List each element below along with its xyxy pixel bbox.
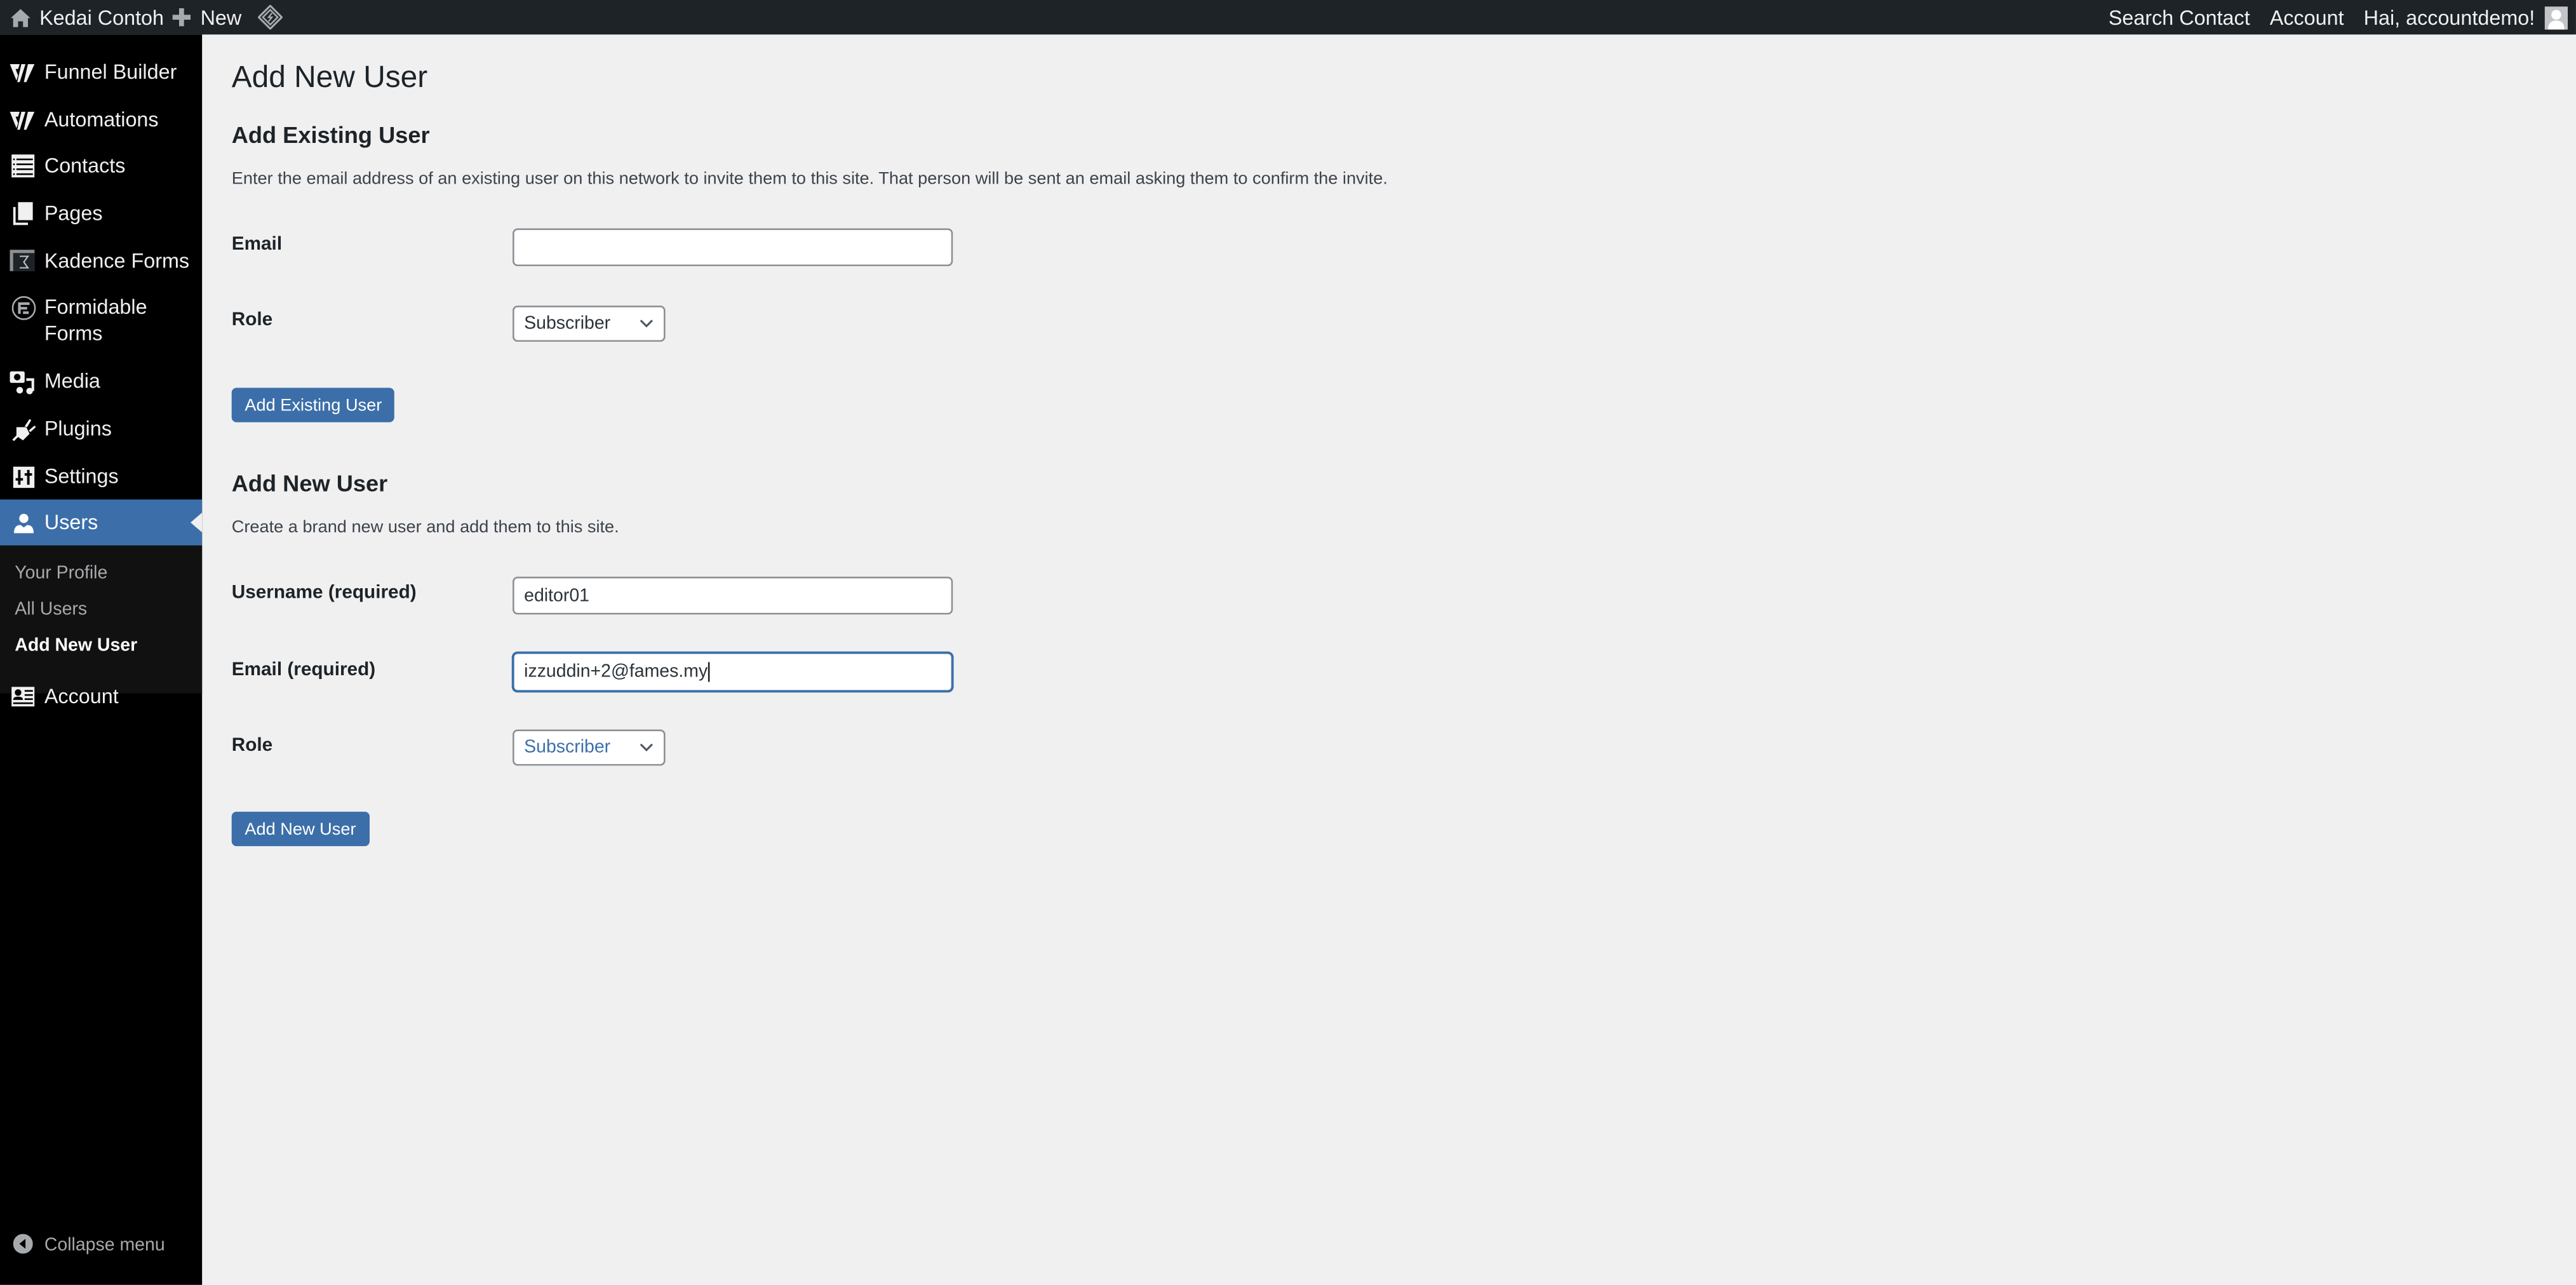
menu-label: Account bbox=[44, 685, 119, 708]
new-role-value: Subscriber bbox=[524, 737, 611, 758]
menu-label: Automations bbox=[44, 108, 159, 131]
submenu-all-users[interactable]: All Users bbox=[15, 600, 87, 619]
new-content-link[interactable]: New bbox=[172, 0, 242, 34]
active-indicator bbox=[191, 513, 203, 533]
menu-label: Pages bbox=[44, 202, 103, 225]
menu-item-funnel-builder[interactable]: Funnel Builder bbox=[0, 59, 202, 85]
users-submenu: Your Profile All Users Add New User bbox=[0, 545, 203, 694]
menu-item-kadence-forms[interactable]: Kadence Forms bbox=[0, 248, 202, 274]
funnelkit-icon bbox=[10, 107, 36, 133]
add-existing-user-heading: Add Existing User bbox=[231, 121, 430, 148]
username-input[interactable]: editor01 bbox=[513, 576, 953, 615]
existing-role-label: Role bbox=[231, 310, 273, 330]
plus-icon bbox=[172, 8, 191, 27]
existing-email-label: Email bbox=[231, 234, 283, 255]
new-role-label: Role bbox=[231, 736, 273, 756]
menu-label: Contacts bbox=[44, 154, 126, 178]
media-icon bbox=[10, 368, 36, 394]
add-new-user-heading: Add New User bbox=[231, 469, 388, 497]
username-label: Username (required) bbox=[231, 583, 417, 603]
users-icon bbox=[10, 509, 36, 535]
existing-role-value: Subscriber bbox=[524, 314, 611, 334]
collapse-menu-label: Collapse menu bbox=[44, 1235, 165, 1256]
add-existing-user-button[interactable]: Add Existing User bbox=[231, 387, 395, 422]
menu-label: Settings bbox=[44, 465, 119, 488]
existing-email-input[interactable] bbox=[513, 228, 953, 267]
add-existing-user-description: Enter the email address of an existing u… bbox=[231, 169, 1388, 189]
menu-item-account[interactable]: Account bbox=[0, 683, 202, 710]
menu-item-pages[interactable]: Pages bbox=[0, 201, 202, 227]
menu-item-settings[interactable]: Settings bbox=[0, 463, 202, 489]
collapse-arrow-icon bbox=[13, 1233, 33, 1258]
submenu-your-profile[interactable]: Your Profile bbox=[15, 563, 107, 583]
kadence-forms-icon bbox=[10, 248, 36, 274]
existing-role-select[interactable]: Subscriber bbox=[513, 306, 666, 342]
menu-item-plugins[interactable]: Plugins bbox=[0, 415, 202, 441]
account-card-icon bbox=[10, 683, 36, 710]
add-new-user-button[interactable]: Add New User bbox=[231, 811, 370, 847]
menu-item-formidable-forms[interactable]: Formidable Forms bbox=[0, 294, 202, 347]
username-value: editor01 bbox=[524, 586, 590, 606]
admin-bar-right: Search Contact Account Hai, accountdemo! bbox=[2109, 0, 2576, 34]
search-contact-link[interactable]: Search Contact bbox=[2109, 6, 2250, 29]
new-label: New bbox=[200, 6, 242, 29]
new-role-select[interactable]: Subscriber bbox=[513, 729, 666, 766]
menu-item-users[interactable]: Users bbox=[0, 499, 203, 546]
pages-icon bbox=[10, 201, 36, 227]
plugin-icon bbox=[10, 415, 36, 441]
chevron-down-icon bbox=[639, 739, 654, 756]
menu-label: Funnel Builder bbox=[44, 60, 177, 84]
avatar-icon[interactable] bbox=[2544, 6, 2568, 29]
menu-label: Formidable Forms bbox=[44, 295, 147, 346]
admin-sidebar: Funnel Builder Automations Contacts Page… bbox=[0, 34, 203, 1285]
chevron-down-icon bbox=[639, 316, 654, 332]
settings-icon bbox=[10, 463, 36, 489]
home-icon bbox=[10, 8, 32, 27]
submenu-add-new-user[interactable]: Add New User bbox=[15, 636, 137, 656]
list-icon bbox=[10, 153, 36, 179]
new-email-input[interactable]: izzuddin+2@fames.my bbox=[513, 652, 953, 692]
menu-label: Media bbox=[44, 370, 100, 393]
add-new-user-description: Create a brand new user and add them to … bbox=[231, 517, 619, 537]
user-greeting-link[interactable]: Hai, accountdemo! bbox=[2364, 6, 2535, 29]
text-cursor bbox=[708, 662, 709, 682]
page-title: Add New User bbox=[231, 59, 428, 94]
menu-label: Plugins bbox=[44, 417, 112, 441]
wp-admin-screen: Kedai Contoh New Search Contact Account … bbox=[0, 0, 2576, 1285]
menu-label: Users bbox=[44, 511, 98, 534]
diamond-logo-icon bbox=[258, 4, 283, 30]
account-link[interactable]: Account bbox=[2270, 6, 2344, 29]
admin-bar: Kedai Contoh New Search Contact Account … bbox=[0, 0, 2576, 35]
collapse-menu-button[interactable]: Collapse menu bbox=[0, 1229, 202, 1262]
site-name-link[interactable]: Kedai Contoh bbox=[10, 0, 164, 34]
new-email-value: izzuddin+2@fames.my bbox=[524, 662, 708, 682]
menu-item-contacts[interactable]: Contacts bbox=[0, 153, 202, 179]
plugin-toolbar-link[interactable] bbox=[258, 0, 283, 34]
new-email-label: Email (required) bbox=[231, 660, 376, 680]
menu-label: Kadence Forms bbox=[44, 250, 190, 273]
menu-item-automations[interactable]: Automations bbox=[0, 107, 202, 133]
site-name-label: Kedai Contoh bbox=[39, 6, 164, 29]
menu-item-media[interactable]: Media bbox=[0, 368, 202, 394]
formidable-icon bbox=[10, 294, 36, 320]
funnelkit-icon bbox=[10, 59, 36, 85]
